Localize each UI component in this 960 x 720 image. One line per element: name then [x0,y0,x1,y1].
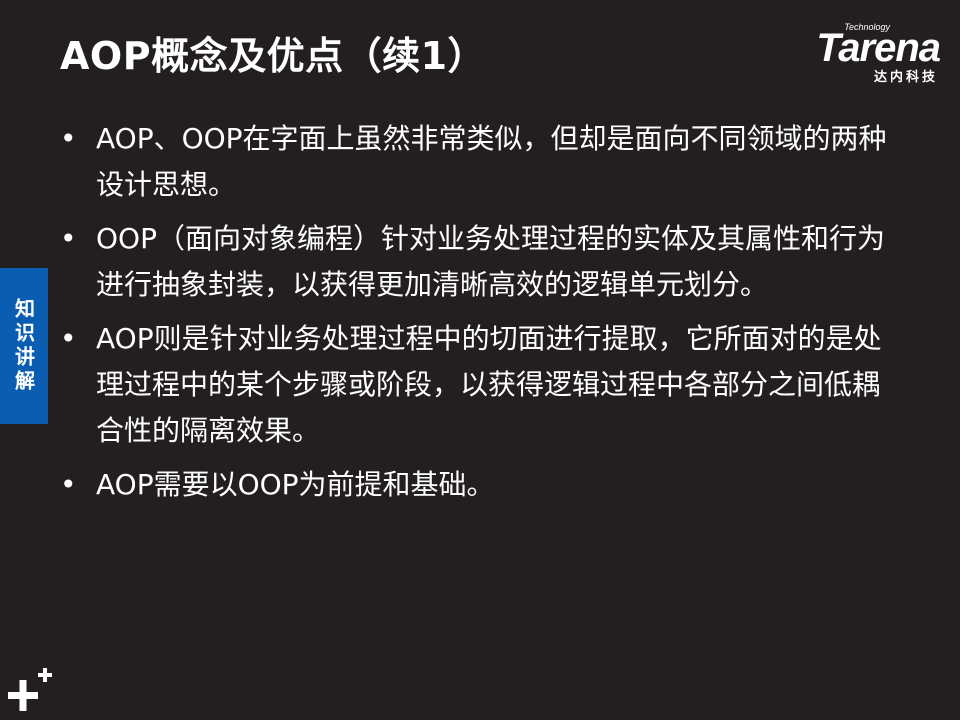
bullet-marker: • [60,468,77,501]
bullet-marker: • [60,222,77,255]
bullet-item: • OOP（面向对象编程）针对业务处理过程的实体及其属性和行为进行抽象封装，以获… [60,216,890,308]
bullet-marker: • [60,122,77,155]
plus-icon [8,668,52,711]
bullet-item: • AOP需要以OOP为前提和基础。 [60,462,890,508]
logo-brand-cn: 达内科技 [873,70,938,85]
side-tab-label: 知识讲解 [11,298,36,394]
bullet-item: • AOP、OOP在字面上虽然非常类似，但却是面向不同领域的两种设计思想。 [60,116,890,208]
logo-brand: Tarena [816,26,941,70]
tarena-logo: Technology Tarena 达内科技 [777,22,942,85]
slide-title: AOP概念及优点（续1） [60,34,487,78]
bullet-text: AOP则是针对业务处理过程中的切面进行提取，它所面对的是处理过程中的某个步骤或阶… [96,322,882,447]
bullet-marker: • [60,322,77,355]
bullet-text: AOP需要以OOP为前提和基础。 [96,468,495,501]
bullet-list: • AOP、OOP在字面上虽然非常类似，但却是面向不同领域的两种设计思想。 • … [60,116,890,516]
bullet-text: OOP（面向对象编程）针对业务处理过程的实体及其属性和行为进行抽象封装，以获得更… [96,222,885,301]
bullet-text: AOP、OOP在字面上虽然非常类似，但却是面向不同领域的两种设计思想。 [96,122,887,201]
side-tab-knowledge: 知识讲解 [0,268,48,424]
bullet-item: • AOP则是针对业务处理过程中的切面进行提取，它所面对的是处理过程中的某个步骤… [60,316,890,454]
